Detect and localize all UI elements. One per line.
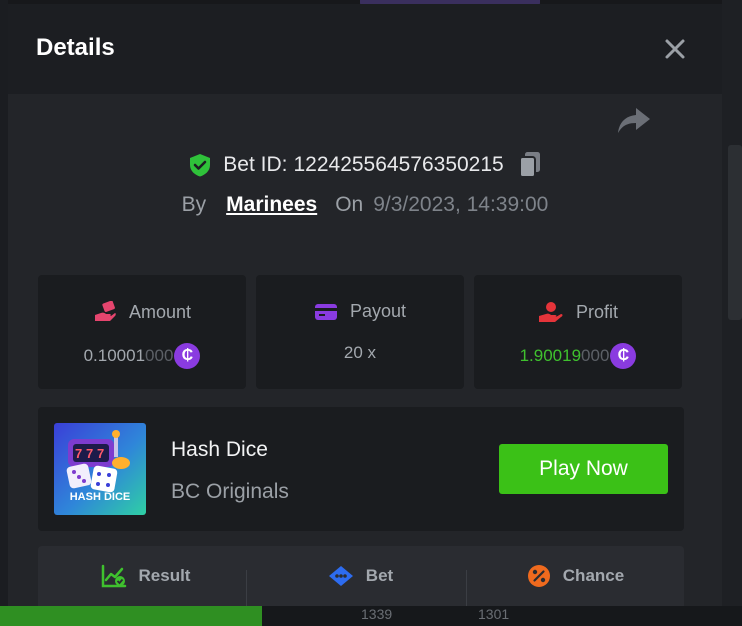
chart-check-icon xyxy=(101,564,126,588)
bet-tag-icon xyxy=(328,566,353,586)
tab-chance[interactable]: Chance xyxy=(468,546,683,606)
verified-shield-icon xyxy=(190,154,211,177)
bet-id-row: Bet ID: 122425564576350215 xyxy=(8,150,722,180)
money-hand-icon xyxy=(94,301,116,321)
payout-label: Payout xyxy=(349,301,407,321)
tab-result-label: Result xyxy=(138,566,191,585)
wallet-icon xyxy=(314,303,337,320)
share-icon xyxy=(618,108,650,133)
modal-header: Details xyxy=(8,4,722,94)
payout-value: 20 x xyxy=(256,343,464,363)
copy-icon[interactable] xyxy=(518,151,542,179)
share-button[interactable] xyxy=(616,104,652,136)
svg-text:7: 7 xyxy=(75,446,82,461)
amount-value-decimals: 000 xyxy=(145,346,174,365)
game-provider: BC Originals xyxy=(171,480,289,503)
tab-result[interactable]: Result xyxy=(38,546,253,606)
username-link[interactable]: Marinees xyxy=(226,193,317,217)
profit-value: 1.90019 000 ₵ xyxy=(474,343,682,369)
coin-icon: ₵ xyxy=(610,343,637,369)
tab-divider xyxy=(246,570,247,606)
payout-header: Payout xyxy=(256,301,464,322)
background-scroll-region xyxy=(722,0,742,626)
on-label: On xyxy=(335,193,364,216)
background-count: 1339 xyxy=(361,606,393,622)
profit-header: Profit xyxy=(474,301,682,323)
tab-chance-label: Chance xyxy=(562,566,625,585)
profit-hand-icon xyxy=(538,302,563,322)
by-label: By xyxy=(181,193,207,216)
bet-stats: Amount 0.10001 000 ₵ Payout 20 x Profit … xyxy=(38,275,684,389)
amount-label: Amount xyxy=(128,301,192,322)
payout-card: Payout 20 x xyxy=(256,275,464,389)
game-card: 7 7 7 HASH DICE Hash Dice BC Originals P… xyxy=(38,407,684,531)
modal-title: Details xyxy=(36,34,115,61)
close-button[interactable] xyxy=(663,37,687,61)
amount-card: Amount 0.10001 000 ₵ xyxy=(38,275,246,389)
background-left-edge xyxy=(0,0,8,626)
profit-label: Profit xyxy=(575,301,618,322)
svg-text:7: 7 xyxy=(97,446,104,461)
tab-divider xyxy=(466,570,467,606)
bet-details-modal: Details Bet ID: 122425564576350215 By Ma… xyxy=(8,4,722,606)
percent-icon xyxy=(527,565,550,587)
bet-timestamp: 9/3/2023, 14:39:00 xyxy=(373,193,549,216)
coin-icon: ₵ xyxy=(174,343,201,369)
svg-text:7: 7 xyxy=(86,446,93,461)
background-count: 1301 xyxy=(478,606,510,622)
profit-value-main: 1.90019 xyxy=(519,346,582,365)
amount-value: 0.10001 000 ₵ xyxy=(38,343,246,369)
background-green-bar xyxy=(0,606,262,626)
tab-bet-label: Bet xyxy=(365,566,394,585)
amount-value-main: 0.10001 xyxy=(83,346,146,365)
play-now-button[interactable]: Play Now xyxy=(499,444,668,494)
profit-card: Profit 1.90019 000 ₵ xyxy=(474,275,682,389)
background-scrollbar[interactable] xyxy=(728,145,742,320)
game-thumbnail[interactable]: 7 7 7 HASH DICE xyxy=(54,423,146,515)
tab-bet[interactable]: Bet xyxy=(253,546,468,606)
bet-author-row: By Marinees On 9/3/2023, 14:39:00 xyxy=(8,190,722,220)
bet-id-value: 122425564576350215 xyxy=(293,153,504,176)
detail-tabs: Result Bet Chance xyxy=(38,546,684,606)
amount-header: Amount xyxy=(38,301,246,323)
bet-id-label: Bet ID: xyxy=(223,153,288,176)
close-icon xyxy=(665,39,685,59)
profit-value-decimals: 000 xyxy=(581,346,610,365)
background-footer: 1339 1301 xyxy=(0,606,742,626)
game-thumbnail-title: HASH DICE xyxy=(69,491,131,503)
game-name[interactable]: Hash Dice xyxy=(171,438,268,462)
payout-value-main: 20 x xyxy=(343,343,377,362)
